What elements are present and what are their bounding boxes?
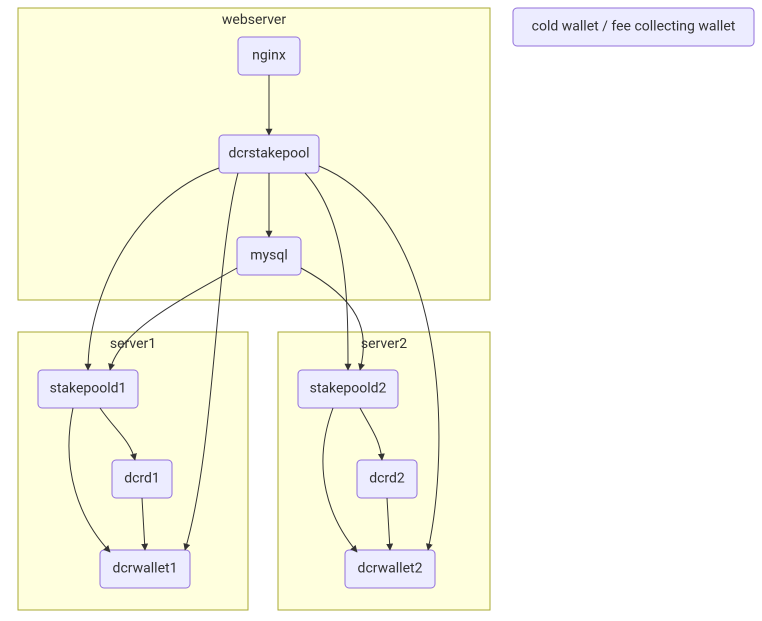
node-stakepoold2-label: stakepoold2: [310, 381, 387, 397]
node-nginx-label: nginx: [252, 48, 286, 64]
cluster-webserver-label: webserver: [222, 12, 286, 28]
node-dcrwallet2-label: dcrwallet2: [358, 561, 423, 577]
node-dcrd2-label: dcrd2: [369, 471, 405, 487]
node-mysql-label: mysql: [250, 248, 288, 264]
cluster-server1-label: server1: [110, 336, 156, 352]
architecture-diagram: webserver server1 server2 cold wallet / …: [0, 0, 762, 621]
node-dcrstakepool-label: dcrstakepool: [228, 146, 309, 162]
node-stakepoold1-label: stakepoold1: [50, 381, 127, 397]
cluster-server2-label: server2: [361, 336, 407, 352]
node-dcrwallet1-label: dcrwallet1: [113, 561, 178, 577]
node-coldwallet-label: cold wallet / fee collecting wallet: [532, 19, 736, 35]
node-dcrd1-label: dcrd1: [124, 471, 160, 487]
